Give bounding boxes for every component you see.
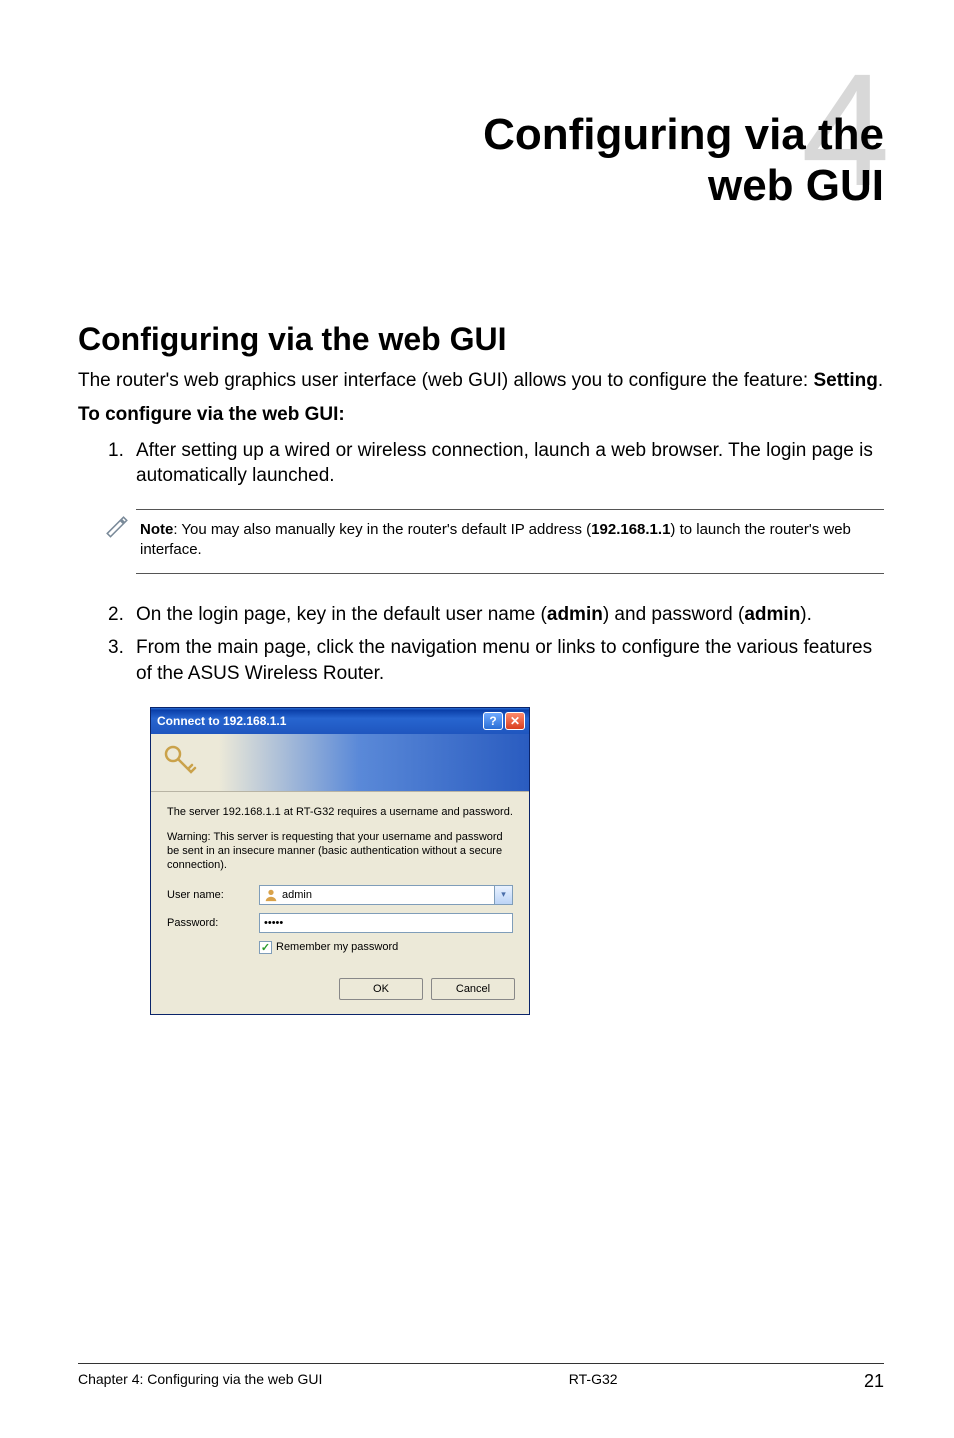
dialog-body: The server 192.168.1.1 at RT-G32 require… [151,792,529,978]
dialog-text-1: The server 192.168.1.1 at RT-G32 require… [167,806,513,820]
password-row: Password: ••••• [167,913,513,933]
step-2-after: ). [800,604,812,625]
password-input[interactable]: ••••• [259,913,513,933]
section-heading: Configuring via the web GUI [78,321,884,358]
dialog-buttons: OK Cancel [151,978,529,1014]
dialog-text-2: Warning: This server is requesting that … [167,831,513,872]
step-2-b1: admin [547,604,603,625]
step-2-num: 2. [108,602,136,628]
ok-button[interactable]: OK [339,978,423,1000]
intro-bold: Setting [813,370,877,391]
dialog-banner [151,734,529,792]
step-1: 1. After setting up a wired or wireless … [108,438,884,489]
intro-suffix: . [878,370,883,391]
username-input[interactable]: admin [259,885,495,905]
username-dropdown[interactable]: ▾ [495,885,513,905]
page-footer: Chapter 4: Configuring via the web GUI R… [78,1371,884,1392]
step-3-text: From the main page, click the navigation… [136,635,884,686]
remember-row[interactable]: ✓ Remember my password [259,941,513,954]
footer-rule [78,1363,884,1364]
intro-prefix: The router's web graphics user interface… [78,370,813,391]
dialog-title: Connect to 192.168.1.1 [157,714,286,728]
step-3: 3. From the main page, click the navigat… [108,635,884,686]
help-button[interactable]: ? [483,712,503,730]
steps-list-2: 2. On the login page, key in the default… [108,602,884,687]
footer-page-number: 21 [864,1371,884,1392]
close-button[interactable]: ✕ [505,712,525,730]
username-row: User name: admin ▾ [167,885,513,905]
step-1-num: 1. [108,438,136,489]
footer-left: Chapter 4: Configuring via the web GUI [78,1371,322,1392]
step-2-mid: ) and password ( [603,604,745,625]
chapter-title: Configuring via the web GUI [78,110,884,211]
remember-label: Remember my password [276,941,398,953]
step-1-text: After setting up a wired or wireless con… [136,438,884,489]
login-dialog: Connect to 192.168.1.1 ? ✕ The server 19… [150,707,530,1015]
note-before-ip: : You may also manually key in the route… [173,521,591,538]
username-label: User name: [167,889,259,901]
cancel-button[interactable]: Cancel [431,978,515,1000]
step-2: 2. On the login page, key in the default… [108,602,884,628]
pencil-icon [104,509,136,546]
chapter-title-line1: Configuring via the [483,110,884,159]
intro-paragraph: The router's web graphics user interface… [78,368,884,394]
configure-subhead: To configure via the web GUI: [78,404,884,426]
chapter-header: 4 Configuring via the web GUI [78,110,884,211]
step-2-text: On the login page, key in the default us… [136,602,884,628]
step-3-num: 3. [108,635,136,686]
username-value: admin [282,889,312,901]
note-label: Note [140,521,173,538]
chapter-title-line2: web GUI [708,161,884,210]
note-ip: 192.168.1.1 [591,521,670,538]
password-value: ••••• [264,917,283,929]
note-block: Note: You may also manually key in the r… [104,509,884,574]
user-icon [264,888,278,902]
step-2-before: On the login page, key in the default us… [136,604,547,625]
remember-checkbox[interactable]: ✓ [259,941,272,954]
note-text: Note: You may also manually key in the r… [136,509,884,574]
steps-list-1: 1. After setting up a wired or wireless … [108,438,884,489]
footer-center: RT-G32 [569,1371,618,1392]
dialog-titlebar[interactable]: Connect to 192.168.1.1 ? ✕ [151,708,529,734]
keys-icon [161,740,205,787]
step-2-b2: admin [744,604,800,625]
password-label: Password: [167,917,259,929]
